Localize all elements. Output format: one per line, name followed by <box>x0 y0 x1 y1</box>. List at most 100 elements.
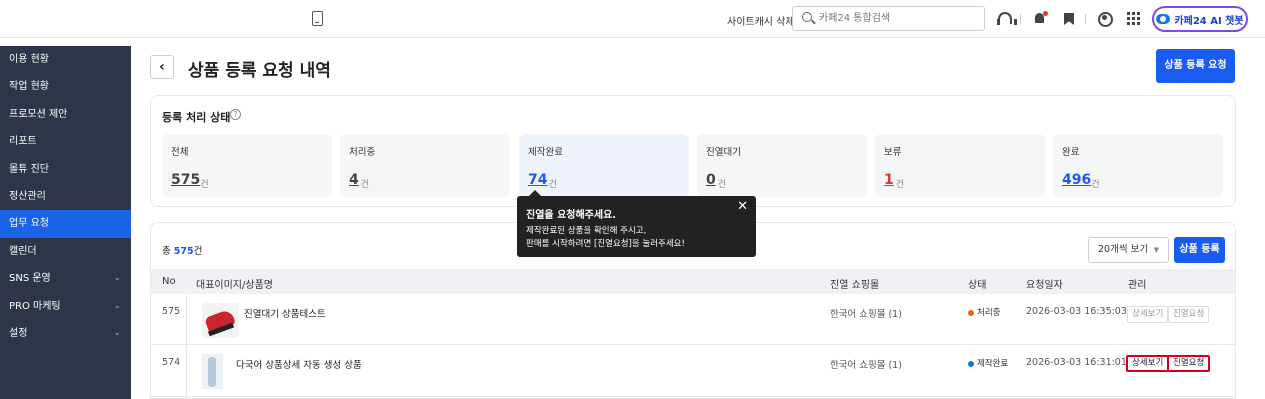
status-stat-box[interactable]: 처리중 4 건 <box>340 134 510 197</box>
stat-count-link[interactable]: 575 <box>171 172 200 188</box>
sidebar-item[interactable]: 설정 ⌄ <box>0 320 131 347</box>
stat-count-link[interactable]: 0 <box>706 172 716 188</box>
row-no: 574 <box>162 357 181 368</box>
table-row: 574 다국어 상품상세 자동 생성 상품 한국어 쇼핑몰 (1) 제작완료 2… <box>151 346 1235 397</box>
stat-count-link[interactable]: 74 <box>528 172 547 188</box>
help-icon[interactable]: ? <box>230 109 241 120</box>
sidebar-item-label: 리포트 <box>9 136 37 148</box>
product-name[interactable]: 다국어 상품상세 자동 생성 상품 <box>236 357 362 371</box>
stat-label: 보류 <box>884 147 902 158</box>
stat-label: 처리중 <box>349 147 376 158</box>
display-request-tooltip: 진열을 요청해주세요. 제작완료된 상품을 확인해 주시고, 판매를 시작하려면… <box>517 190 756 257</box>
sidebar-item-label: 이용 현황 <box>9 54 49 65</box>
divider <box>1085 14 1086 24</box>
sidebar-item[interactable]: 업무 요청 <box>0 210 131 238</box>
sidebar-item[interactable]: 프로모션 제안 <box>0 101 131 128</box>
total-suffix: 건 <box>193 246 203 257</box>
status-dot <box>968 309 974 316</box>
stat-count-link[interactable]: 496 <box>1062 172 1091 188</box>
add-product-button[interactable]: 상품 등록 <box>1174 237 1225 263</box>
sidebar-item[interactable]: SNS 운영 ⌄ <box>0 265 131 292</box>
sidebar-item-label: 정산관리 <box>9 190 46 202</box>
sidebar-item[interactable]: 작업 현황 <box>0 73 131 100</box>
sidebar-item[interactable]: PRO 마케팅 ⌄ <box>0 293 131 320</box>
table-header: No 대표이미지/상품명 진열 쇼핑몰 상태 요청일자 관리 <box>151 269 1235 294</box>
sidebar-item[interactable]: 정산관리 <box>0 183 131 210</box>
page-size-value: 20개씩 보기 <box>1098 244 1149 255</box>
display-request-button[interactable]: 진열요청 <box>1167 355 1211 372</box>
col-manage: 관리 <box>1128 280 1147 291</box>
stat-unit: 건 <box>200 180 209 190</box>
col-date: 요청일자 <box>1026 280 1063 291</box>
display-mall: 한국어 쇼핑몰 (1) <box>830 309 902 320</box>
product-thumbnail[interactable] <box>202 354 223 389</box>
request-date: 2026-03-03 16:31:01 <box>1026 357 1127 368</box>
stat-label: 진열대기 <box>706 147 741 158</box>
display-request-button[interactable]: 진열요청 <box>1168 306 1210 323</box>
sidebar-item[interactable]: 이용 현황 <box>0 46 131 73</box>
headset-icon[interactable] <box>996 11 1017 27</box>
table-row: 575 진열대기 상품테스트 한국어 쇼핑몰 (1) 처리중 2026-03-0… <box>151 294 1235 345</box>
stat-unit: 건 <box>360 180 370 190</box>
stat-unit: 건 <box>1091 180 1100 190</box>
stat-label: 제작완료 <box>528 147 563 158</box>
stat-unit: 건 <box>895 180 905 190</box>
status-heading: 등록 처리 상태 <box>162 111 231 124</box>
tooltip-line-2: 판매를 시작하려면 [진열요청]을 눌러주세요! <box>526 239 685 249</box>
sidebar-item[interactable]: 몰튜 진단 <box>0 156 131 183</box>
stat-label: 전체 <box>171 147 189 158</box>
status-badge: 제작완료 <box>968 357 1008 369</box>
sidebar-item-label: 작업 현황 <box>9 81 49 93</box>
detail-view-button[interactable]: 상세보기 <box>1127 306 1169 323</box>
bell-icon[interactable] <box>1032 11 1048 27</box>
product-register-request-button[interactable]: 상품 등록 요청 <box>1156 49 1235 83</box>
status-dot <box>968 360 974 367</box>
stat-unit: 건 <box>717 180 727 190</box>
status-stat-box[interactable]: 완료 496 건 <box>1053 134 1223 197</box>
chevron-down-icon: ⌄ <box>113 327 121 338</box>
page-title: 상품 등록 요청 내역 <box>188 61 331 81</box>
product-name[interactable]: 진열대기 상품테스트 <box>244 306 326 320</box>
sidebar-item[interactable]: 캘린더 <box>0 238 131 265</box>
top-bar: 사이트캐시 삭제 카페24 AI 챗봇 <box>0 0 1265 38</box>
tooltip-title: 진열을 요청해주세요. <box>526 210 617 221</box>
status-stat-box[interactable]: 전체 575 건 <box>162 134 332 197</box>
total-prefix: 총 <box>162 246 174 257</box>
chatbot-logo-icon <box>1156 14 1171 24</box>
total-number: 575 <box>173 246 194 257</box>
stat-label: 완료 <box>1062 147 1080 158</box>
integrated-search-box[interactable] <box>792 6 985 31</box>
status-text: 제작완료 <box>977 359 1009 369</box>
stat-unit: 건 <box>548 180 557 190</box>
user-icon[interactable] <box>1097 11 1113 27</box>
page-size-select[interactable]: 20개씩 보기 ▼ <box>1088 237 1169 263</box>
ai-chatbot-button[interactable]: 카페24 AI 챗봇 <box>1152 6 1248 32</box>
product-thumbnail[interactable] <box>202 303 239 338</box>
divider <box>1020 14 1021 24</box>
col-product: 대표이미지/상품명 <box>196 280 273 291</box>
sidebar-item-label: SNS 운영 <box>9 273 51 285</box>
ai-chatbot-label: 카페24 AI 챗봇 <box>1174 15 1244 27</box>
stat-count-link[interactable]: 1 <box>884 172 894 188</box>
site-cache-clear-link[interactable]: 사이트캐시 삭제 <box>727 13 795 28</box>
close-icon[interactable]: ✕ <box>737 199 748 214</box>
total-count: 총 575건 <box>162 243 202 257</box>
document-icon[interactable] <box>312 11 323 26</box>
sidebar-item-label: 설정 <box>9 327 28 339</box>
bookmark-icon[interactable] <box>1061 11 1077 27</box>
status-stat-box[interactable]: 보류 1 건 <box>875 134 1045 197</box>
col-mall: 진열 쇼핑몰 <box>830 280 880 291</box>
tooltip-line-1: 제작완료된 상품을 확인해 주시고, <box>526 226 647 236</box>
sidebar: 이용 현황 작업 현황 프로모션 제안 리포트 몰튜 진단 정산관리 업무 요청 캘린더 SNS… <box>0 46 131 399</box>
sidebar-item-label: 업무 요청 <box>9 218 49 230</box>
stat-count-link[interactable]: 4 <box>349 172 359 188</box>
back-button[interactable]: ‹ <box>150 55 174 79</box>
sidebar-item-label: PRO 마케팅 <box>9 300 61 312</box>
detail-view-button[interactable]: 상세보기 <box>1126 355 1170 372</box>
sidebar-item[interactable]: 리포트 <box>0 128 131 155</box>
search-input[interactable] <box>819 10 979 27</box>
chevron-down-icon: ▼ <box>1153 246 1159 254</box>
app-grid-icon[interactable] <box>1126 11 1142 27</box>
status-stat-box[interactable]: 제작완료 74 건 <box>519 134 689 197</box>
status-stat-box[interactable]: 진열대기 0 건 <box>697 134 867 197</box>
